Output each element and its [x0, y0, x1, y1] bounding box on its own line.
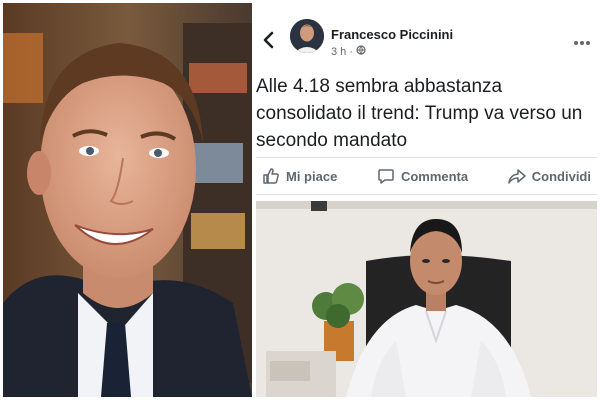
more-horizontal-icon[interactable]: [573, 31, 591, 49]
action-bar: Mi piace Commenta Condividi: [256, 157, 597, 195]
comment-label: Commenta: [400, 168, 469, 184]
like-button[interactable]: Mi piace: [262, 167, 337, 185]
chevron-left-icon[interactable]: [262, 31, 274, 53]
share-button[interactable]: Condividi: [508, 167, 591, 185]
comment-button[interactable]: Commenta: [377, 167, 468, 185]
post-photo[interactable]: [256, 201, 597, 397]
meta-separator: ·: [349, 45, 353, 58]
comment-icon: [377, 167, 395, 185]
facebook-post: Francesco Piccinini 3 h · Alle 4.18 semb…: [256, 3, 597, 397]
globe-icon: [356, 45, 366, 58]
post-meta: 3 h ·: [331, 45, 366, 58]
post-time: 3 h: [331, 45, 347, 58]
portrait-photo: [3, 3, 252, 397]
post-text: Alle 4.18 sembra abbastanza consolidato …: [256, 76, 583, 151]
author-name[interactable]: Francesco Piccinini: [331, 27, 453, 42]
post-photo-illustration: [256, 201, 597, 397]
post-header: Francesco Piccinini 3 h ·: [256, 3, 597, 59]
like-label: Mi piace: [286, 168, 338, 184]
thumbs-up-icon: [262, 167, 280, 185]
portrait-photo-illustration: [3, 3, 252, 397]
share-icon: [508, 167, 526, 185]
avatar[interactable]: [290, 19, 324, 53]
share-label: Condividi: [531, 168, 591, 184]
